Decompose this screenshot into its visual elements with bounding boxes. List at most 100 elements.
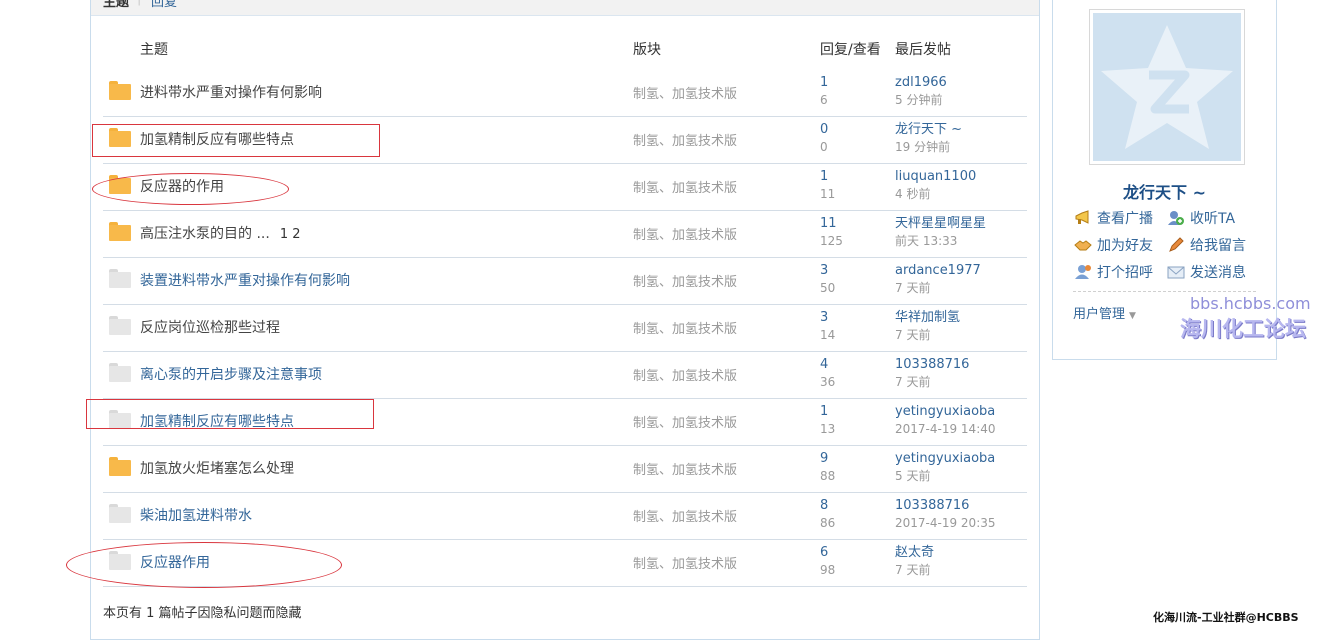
last-post-user[interactable]: yetingyuxiaoba — [895, 451, 995, 467]
thread-title: 离心泵的开启步骤及注意事项 — [140, 367, 322, 383]
folder-icon — [109, 81, 131, 100]
say-hello-label: 打个招呼 — [1097, 265, 1153, 281]
last-post-time[interactable]: 5 天前 — [895, 468, 930, 484]
profile-username[interactable]: 龙行天下 ~ — [1053, 179, 1276, 203]
reply-count[interactable]: 3 — [820, 310, 828, 326]
last-post-time[interactable]: 2017-4-19 20:35 — [895, 515, 996, 531]
tab-topic[interactable]: 主题 — [103, 0, 129, 10]
thread-title: 加氢放火炬堵塞怎么处理 — [140, 461, 294, 477]
view-count: 98 — [820, 563, 836, 577]
reply-count[interactable]: 4 — [820, 357, 828, 373]
forum-link[interactable]: 制氢、加氢技术版 — [633, 177, 737, 196]
divider — [1073, 291, 1256, 292]
last-post-user[interactable]: 龙行天下 ~ — [895, 122, 962, 138]
last-post-time[interactable]: 7 天前 — [895, 280, 930, 296]
user-management-menu[interactable]: 用户管理 ▼ — [1073, 303, 1136, 322]
send-message-label: 发送消息 — [1190, 265, 1246, 281]
last-post-time[interactable]: 7 天前 — [895, 562, 930, 578]
follow-user-icon — [1168, 211, 1184, 225]
last-post-user[interactable]: 华祥加制氢 — [895, 310, 960, 326]
user-management-label: 用户管理 — [1073, 307, 1126, 322]
forum-link[interactable]: 制氢、加氢技术版 — [633, 365, 737, 384]
reply-count[interactable]: 6 — [820, 545, 828, 561]
last-post-user[interactable]: 天枰星星啊星星 — [895, 216, 986, 232]
leave-message-link[interactable]: 给我留言 — [1167, 235, 1246, 255]
forum-link[interactable]: 制氢、加氢技术版 — [633, 459, 737, 478]
last-post-time[interactable]: 4 秒前 — [895, 186, 930, 202]
view-count: 6 — [820, 93, 828, 107]
forum-link[interactable]: 制氢、加氢技术版 — [633, 224, 737, 243]
annotation-ellipse — [66, 542, 342, 588]
page-links[interactable]: 1 2 — [280, 227, 301, 242]
thread-row: 装置进料带水严重对操作有何影响 制氢、加氢技术版 3 50 ardance1977 7 天… — [103, 257, 1027, 305]
thread-title: 装置进料带水严重对操作有何影响 — [140, 273, 350, 289]
thread-row: 进料带水严重对操作有何影响 制氢、加氢技术版 1 6 zdl1966 5 分钟前 — [103, 69, 1027, 117]
forum-link[interactable]: 制氢、加氢技术版 — [633, 271, 737, 290]
last-post-user[interactable]: 103388716 — [895, 498, 969, 514]
last-post-user[interactable]: zdl1966 — [895, 75, 947, 91]
reply-count[interactable]: 3 — [820, 263, 828, 279]
reply-count[interactable]: 11 — [820, 216, 837, 232]
forum-link[interactable]: 制氢、加氢技术版 — [633, 412, 737, 431]
thread-title: 高压注水泵的目的 ... — [140, 226, 270, 242]
thread-title-link[interactable]: 离心泵的开启步骤及注意事项 — [140, 364, 322, 384]
megaphone-icon — [1075, 210, 1089, 224]
column-header-last-post: 最后发帖 — [895, 42, 951, 58]
last-post-user[interactable]: yetingyuxiaoba — [895, 404, 995, 420]
say-hello-link[interactable]: 打个招呼 — [1074, 262, 1153, 282]
reply-count[interactable]: 8 — [820, 498, 828, 514]
last-post-user[interactable]: 103388716 — [895, 357, 969, 373]
last-post-user[interactable]: 赵太奇 — [895, 545, 934, 561]
tab-reply[interactable]: 回复 — [151, 0, 177, 10]
folder-icon — [109, 269, 131, 288]
view-broadcast-link[interactable]: 查看广播 — [1074, 208, 1153, 228]
default-avatar-icon — [1093, 13, 1241, 161]
view-count: 86 — [820, 516, 836, 530]
forum-link[interactable]: 制氢、加氢技术版 — [633, 506, 737, 525]
avatar[interactable] — [1089, 9, 1245, 165]
watermark-name: 海川化工论坛 — [1180, 317, 1306, 341]
watermark-footer: 化海川流-工业社群@HCBBS — [1153, 611, 1299, 624]
follow-label: 收听TA — [1190, 211, 1236, 227]
reply-count[interactable]: 9 — [820, 451, 828, 467]
last-post-time[interactable]: 7 天前 — [895, 327, 930, 343]
view-count: 13 — [820, 422, 836, 436]
view-count: 36 — [820, 375, 836, 389]
view-count: 14 — [820, 328, 836, 342]
reply-count[interactable]: 1 — [820, 169, 828, 185]
thread-title-link[interactable]: 加氢放火炬堵塞怎么处理 — [140, 458, 294, 478]
annotation-rectangle — [86, 399, 374, 429]
last-post-time[interactable]: 7 天前 — [895, 374, 930, 390]
thread-title-link[interactable]: 进料带水严重对操作有何影响 — [140, 82, 322, 102]
pencil-icon — [1169, 237, 1184, 252]
reply-count[interactable]: 1 — [820, 75, 828, 91]
forum-link[interactable]: 制氢、加氢技术版 — [633, 130, 737, 149]
thread-row: 加氢放火炬堵塞怎么处理 制氢、加氢技术版 9 88 yetingyuxiaoba 5 天前 — [103, 445, 1027, 493]
send-message-link[interactable]: 发送消息 — [1167, 262, 1246, 282]
add-friend-label: 加为好友 — [1097, 238, 1153, 254]
last-post-time[interactable]: 19 分钟前 — [895, 139, 950, 155]
last-post-user[interactable]: liuquan1100 — [895, 169, 976, 185]
annotation-rectangle — [92, 124, 380, 157]
tab-separator: | — [137, 0, 141, 6]
thread-title-link[interactable]: 高压注水泵的目的 ... 1 2 — [140, 223, 301, 243]
thread-title: 反应岗位巡检那些过程 — [140, 320, 280, 336]
filter-tabs: 主题 | 回复 — [91, 0, 1039, 16]
reply-count[interactable]: 1 — [820, 404, 828, 420]
last-post-time[interactable]: 前天 13:33 — [895, 233, 957, 249]
follow-link[interactable]: 收听TA — [1167, 208, 1235, 228]
thread-title-link[interactable]: 装置进料带水严重对操作有何影响 — [140, 270, 350, 290]
forum-link[interactable]: 制氢、加氢技术版 — [633, 318, 737, 337]
thread-title-link[interactable]: 柴油加氢进料带水 — [140, 505, 252, 525]
last-post-user[interactable]: ardance1977 — [895, 263, 981, 279]
thread-title: 柴油加氢进料带水 — [140, 508, 252, 524]
reply-count[interactable]: 0 — [820, 122, 828, 138]
last-post-time[interactable]: 5 分钟前 — [895, 92, 942, 108]
forum-link[interactable]: 制氢、加氢技术版 — [633, 553, 737, 572]
add-friend-link[interactable]: 加为好友 — [1074, 235, 1153, 255]
folder-icon — [109, 316, 131, 335]
thread-title-link[interactable]: 反应岗位巡检那些过程 — [140, 317, 280, 337]
forum-link[interactable]: 制氢、加氢技术版 — [633, 83, 737, 102]
thread-row: 反应岗位巡检那些过程 制氢、加氢技术版 3 14 华祥加制氢 7 天前 — [103, 304, 1027, 352]
last-post-time[interactable]: 2017-4-19 14:40 — [895, 421, 996, 437]
